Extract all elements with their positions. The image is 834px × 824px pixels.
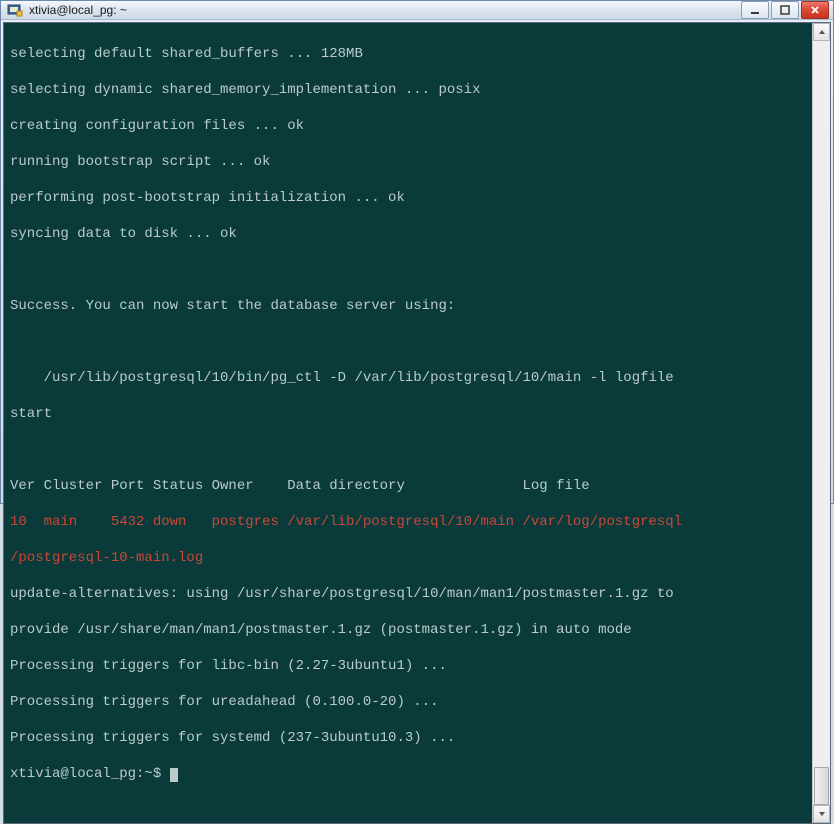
window-controls <box>741 1 829 19</box>
prompt-line: xtivia@local_pg:~$ <box>10 765 806 783</box>
output-line: selecting default shared_buffers ... 128… <box>10 45 806 63</box>
output-line-error: 10 main 5432 down postgres /var/lib/post… <box>10 513 806 531</box>
terminal-window: xtivia@local_pg: ~ selecting default sha… <box>0 0 834 504</box>
window-title: xtivia@local_pg: ~ <box>29 3 741 17</box>
maximize-button[interactable] <box>771 1 799 19</box>
minimize-button[interactable] <box>741 1 769 19</box>
close-button[interactable] <box>801 1 829 19</box>
output-line: Processing triggers for systemd (237-3ub… <box>10 729 806 747</box>
output-line: Success. You can now start the database … <box>10 297 806 315</box>
output-line: Processing triggers for ureadahead (0.10… <box>10 693 806 711</box>
prompt-text: xtivia@local_pg:~$ <box>10 766 170 782</box>
terminal-container: selecting default shared_buffers ... 128… <box>3 22 831 824</box>
output-line: creating configuration files ... ok <box>10 117 806 135</box>
putty-icon <box>7 2 23 18</box>
output-line: performing post-bootstrap initialization… <box>10 189 806 207</box>
output-line <box>10 441 806 459</box>
terminal-output[interactable]: selecting default shared_buffers ... 128… <box>4 23 812 823</box>
output-line: syncing data to disk ... ok <box>10 225 806 243</box>
titlebar[interactable]: xtivia@local_pg: ~ <box>1 1 833 20</box>
output-line-error: /postgresql-10-main.log <box>10 549 806 567</box>
output-line: running bootstrap script ... ok <box>10 153 806 171</box>
output-line <box>10 261 806 279</box>
scrollbar-track[interactable] <box>813 41 830 805</box>
scrollbar-thumb[interactable] <box>814 767 829 805</box>
output-line: provide /usr/share/man/man1/postmaster.1… <box>10 621 806 639</box>
output-line: selecting dynamic shared_memory_implemen… <box>10 81 806 99</box>
cursor-icon <box>170 768 178 782</box>
output-line: Ver Cluster Port Status Owner Data direc… <box>10 477 806 495</box>
output-line: start <box>10 405 806 423</box>
output-line: Processing triggers for libc-bin (2.27-3… <box>10 657 806 675</box>
output-line: /usr/lib/postgresql/10/bin/pg_ctl -D /va… <box>10 369 806 387</box>
scroll-down-button[interactable] <box>813 805 830 823</box>
output-line: update-alternatives: using /usr/share/po… <box>10 585 806 603</box>
vertical-scrollbar[interactable] <box>812 23 830 823</box>
scroll-up-button[interactable] <box>813 23 830 41</box>
output-line <box>10 333 806 351</box>
